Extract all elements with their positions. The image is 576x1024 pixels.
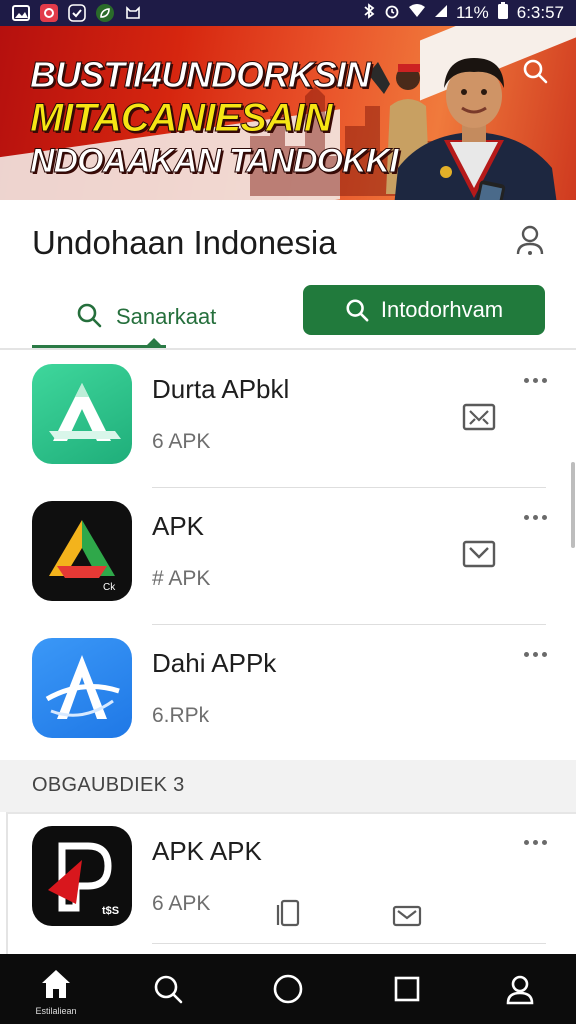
row-divider bbox=[152, 943, 546, 944]
banner-headline-3: NDOAAKAN TANDOKKI bbox=[30, 142, 400, 181]
mail-icon bbox=[462, 403, 496, 431]
banner-search-button[interactable] bbox=[518, 54, 552, 88]
alarm-icon bbox=[384, 3, 400, 24]
wifi-icon bbox=[408, 3, 426, 23]
app-subtitle: 6 APK bbox=[152, 892, 211, 915]
search-icon bbox=[346, 299, 369, 322]
copy-icon bbox=[276, 899, 300, 927]
app-header: Undohaan Indonesia Sanarkaat Intodorhvam bbox=[0, 200, 576, 350]
tab-caret bbox=[146, 338, 162, 346]
circle-icon bbox=[273, 974, 303, 1004]
more-options-button[interactable] bbox=[520, 370, 550, 390]
promo-banner[interactable]: BUSTII4UNDORKSIN MITACANIESAIN NDOAAKAN … bbox=[0, 26, 576, 200]
app-name: APK bbox=[152, 511, 205, 541]
nav-home-label: Estilaliean bbox=[35, 1006, 77, 1016]
green-yellow-a-icon: Ck bbox=[49, 520, 116, 593]
check-app-icon bbox=[68, 4, 86, 22]
more-options-button[interactable] bbox=[520, 507, 550, 527]
nav-recents[interactable] bbox=[377, 954, 437, 1024]
app-icon-durta bbox=[32, 364, 132, 464]
list-item[interactable]: Dahi APPk 6.RPk bbox=[0, 624, 576, 762]
app-screen: 11% 6:3:57 BUSTII4UNDORKSIN MITACANIESAI… bbox=[0, 0, 576, 1024]
message-button[interactable] bbox=[392, 904, 422, 928]
more-options-button[interactable] bbox=[520, 644, 550, 664]
battery-icon bbox=[497, 1, 509, 25]
app-name: Dahi APPk bbox=[152, 648, 277, 678]
more-options-button[interactable] bbox=[520, 832, 550, 852]
bottom-navigation: Estilaliean bbox=[0, 954, 576, 1024]
page-title: Undohaan Indonesia bbox=[32, 224, 337, 261]
search-icon bbox=[154, 975, 183, 1004]
message-button[interactable] bbox=[462, 539, 496, 569]
gallery-icon bbox=[12, 4, 30, 22]
app-name: Durta APbkl bbox=[152, 374, 290, 404]
intodorhvam-button[interactable]: Intodorhvam bbox=[303, 285, 545, 335]
app-subtitle: # APK bbox=[152, 567, 211, 590]
app-subtitle: 6.RPk bbox=[152, 704, 210, 727]
search-icon bbox=[523, 59, 548, 84]
banner-headline-1: BUSTII4UNDORKSIN bbox=[29, 54, 371, 96]
app-icon-dahi bbox=[32, 638, 132, 738]
triangle-a-icon bbox=[49, 383, 121, 441]
notification-icons bbox=[12, 4, 142, 22]
copy-button[interactable] bbox=[276, 898, 300, 928]
bluetooth-icon bbox=[362, 2, 376, 24]
signal-icon bbox=[434, 3, 448, 23]
section-header: OBGAUBDIEK 3 bbox=[0, 760, 576, 812]
nav-search[interactable] bbox=[138, 954, 198, 1024]
user-icon bbox=[506, 975, 534, 1005]
home-icon bbox=[42, 970, 70, 998]
system-status: 11% 6:3:57 bbox=[362, 1, 564, 25]
user-icon bbox=[516, 225, 544, 255]
tile-badge: t$S bbox=[102, 905, 119, 917]
leaf-app-icon bbox=[96, 4, 114, 22]
section-label: OBGAUBDIEK 3 bbox=[32, 774, 185, 796]
list-item[interactable]: Durta APbkl 6 APK bbox=[0, 350, 576, 488]
banner-headline-2: MITACANIESAIN bbox=[30, 96, 334, 141]
tile-badge: Ck bbox=[103, 582, 116, 593]
cat-app-icon bbox=[124, 4, 142, 22]
list-item[interactable]: Ck APK # APK bbox=[0, 487, 576, 625]
intodorhvam-label: Intodorhvam bbox=[380, 297, 504, 322]
list-item[interactable]: t$S APK APK 6 APK bbox=[0, 812, 576, 950]
clock: 6:3:57 bbox=[516, 3, 564, 22]
red-p-icon: t$S bbox=[48, 842, 119, 917]
app-subtitle: 6 APK bbox=[152, 430, 211, 453]
battery-percent: 11% bbox=[455, 3, 489, 22]
app-list: Durta APbkl 6 APK Ck APK # APK Dahi APPk… bbox=[0, 350, 576, 954]
app-icon-apk-apk: t$S bbox=[32, 826, 132, 926]
record-icon bbox=[40, 4, 58, 22]
mail-icon bbox=[392, 905, 422, 927]
nav-home-circle[interactable] bbox=[258, 954, 318, 1024]
tab-search-label: Sanarkaat bbox=[116, 304, 217, 329]
status-bar: 11% 6:3:57 bbox=[0, 0, 576, 26]
app-icon-apk: Ck bbox=[32, 501, 132, 601]
nav-profile[interactable] bbox=[490, 954, 550, 1024]
square-icon bbox=[394, 976, 420, 1002]
search-icon bbox=[77, 303, 102, 328]
app-name: APK APK bbox=[152, 836, 262, 866]
mail-icon bbox=[462, 540, 496, 568]
blue-a-icon bbox=[45, 655, 120, 719]
message-button[interactable] bbox=[462, 402, 496, 432]
profile-button[interactable] bbox=[512, 222, 548, 258]
scrollbar-thumb[interactable] bbox=[571, 462, 575, 548]
